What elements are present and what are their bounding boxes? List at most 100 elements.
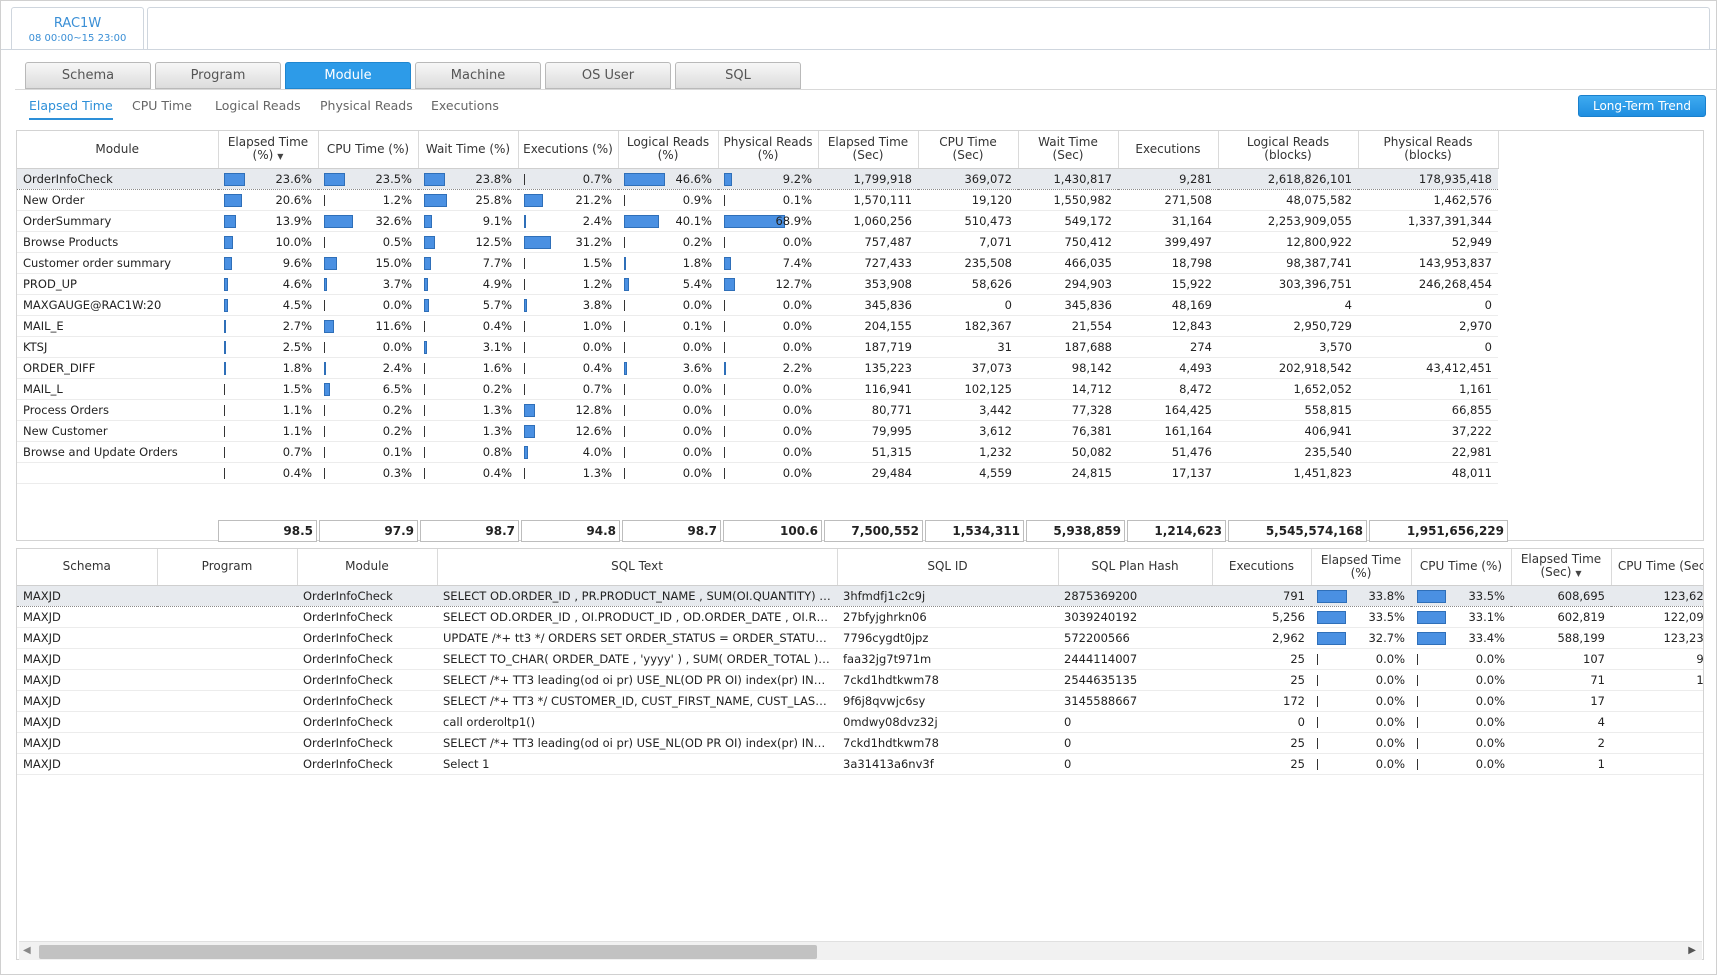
- table-row[interactable]: MAXJD OrderInfoCheck SELECT /*+ TT3 leadin…: [17, 732, 1703, 754]
- cpu-pct-cell: 23.5%: [318, 167, 418, 190]
- percentage-bar: [624, 383, 625, 395]
- table-row[interactable]: New Customer 1.1% 0.2% 1.3% 12.6% 0.0% 0.0% 79,…: [17, 420, 1498, 442]
- sql-col-schema[interactable]: Schema: [17, 549, 158, 586]
- table-row[interactable]: PROD_UP 4.6% 3.7% 4.9% 1.2% 5.4% 12.7% 353,908 5…: [17, 273, 1498, 295]
- percentage-value: 0.7%: [582, 381, 612, 396]
- percentage-value: 23.8%: [475, 171, 512, 186]
- module-name-cell: [17, 462, 218, 484]
- col-preads-blocks[interactable]: Physical Reads (blocks): [1358, 131, 1499, 169]
- arrow-right-icon[interactable]: ▶: [1688, 945, 1696, 956]
- percentage-value: 0.7%: [282, 444, 312, 459]
- percentage-bar: [624, 320, 625, 332]
- cpu-pct-cell: 0.0%: [318, 294, 418, 316]
- table-row[interactable]: MAXJD OrderInfoCheck SELECT /*+ TT3 leadin…: [17, 669, 1703, 691]
- sql-col-cpu-sec[interactable]: CPU Time (Sec): [1611, 549, 1703, 586]
- elapsed-pct-cell: 20.6%: [218, 189, 318, 211]
- preads-pct-cell: 0.0%: [718, 441, 818, 463]
- table-row[interactable]: MAXJD OrderInfoCheck SELECT OD.ORDER_ID , …: [17, 606, 1703, 628]
- col-preads-pct[interactable]: Physical Reads (%): [718, 131, 819, 169]
- preads-pct-cell: 0.0%: [718, 462, 818, 484]
- group-tab-machine[interactable]: Machine: [415, 62, 541, 89]
- percentage-value: 0.0%: [682, 402, 712, 417]
- sub-tab-physical-reads[interactable]: Physical Reads: [320, 98, 413, 120]
- scrollbar-thumb[interactable]: [39, 945, 817, 959]
- table-row[interactable]: MAXJD OrderInfoCheck call orderoltp1() 0mdw…: [17, 711, 1703, 733]
- sql-col-executions[interactable]: Executions: [1212, 549, 1312, 586]
- preads-pct-cell: 9.2%: [718, 167, 818, 190]
- arrow-left-icon[interactable]: ◀: [23, 945, 31, 956]
- col-exec-pct[interactable]: Executions (%): [518, 131, 619, 169]
- sql-col-elapsed-sec[interactable]: Elapsed Time (Sec) ▼: [1511, 549, 1612, 586]
- preads-blocks-cell: 22,981: [1358, 441, 1498, 463]
- col-lreads-blocks[interactable]: Logical Reads (blocks): [1218, 131, 1359, 169]
- table-row[interactable]: MAXGAUGE@RAC1W:20 4.5% 0.0% 5.7% 3.8% 0.0% 0.0…: [17, 294, 1498, 316]
- lreads-pct-cell: 0.0%: [618, 378, 718, 400]
- elapsed-pct-cell: 0.7%: [218, 441, 318, 463]
- cpu-pct-cell: 15.0%: [318, 252, 418, 274]
- table-row[interactable]: MAXJD OrderInfoCheck SELECT TO_CHAR( ORDER…: [17, 648, 1703, 670]
- col-elapsed-pct[interactable]: Elapsed Time (%) ▼: [218, 131, 319, 169]
- table-row[interactable]: MAIL_E 2.7% 11.6% 0.4% 1.0% 0.1% 0.0% 204,155 18…: [17, 315, 1498, 337]
- sub-tab-executions[interactable]: Executions: [431, 98, 499, 120]
- col-wait-sec[interactable]: Wait Time (Sec): [1018, 131, 1119, 169]
- sql-col-module[interactable]: Module: [297, 549, 438, 586]
- percentage-value: 33.1%: [1468, 609, 1505, 624]
- horizontal-scrollbar[interactable]: ◀ ▶: [19, 941, 1702, 960]
- table-row[interactable]: Browse and Update Orders 0.7% 0.1% 0.8% 4.0%…: [17, 441, 1498, 463]
- sql-id-cell: faa32jg7t971m: [837, 648, 1058, 670]
- sql-col-elapsed-pct[interactable]: Elapsed Time (%): [1311, 549, 1412, 586]
- preads-blocks-cell: 48,011: [1358, 462, 1498, 484]
- percentage-bar: [1417, 631, 1446, 645]
- sql-col-plan-hash[interactable]: SQL Plan Hash: [1058, 549, 1213, 586]
- sql-col-program[interactable]: Program: [157, 549, 298, 586]
- plan-hash-cell: 2544635135: [1058, 669, 1212, 691]
- instance-tab[interactable]: RAC1W 08 00:00~15 23:00: [11, 7, 144, 49]
- module-name-cell: Browse Products: [17, 231, 218, 253]
- table-row[interactable]: Process Orders 1.1% 0.2% 1.3% 12.8% 0.0% 0.0% 8…: [17, 399, 1498, 421]
- col-lreads-pct[interactable]: Logical Reads (%): [618, 131, 719, 169]
- col-wait-pct[interactable]: Wait Time (%): [418, 131, 519, 169]
- sub-tab-logical-reads[interactable]: Logical Reads: [215, 98, 301, 120]
- percentage-bar: [1317, 674, 1318, 686]
- percentage-value: 1.8%: [282, 360, 312, 375]
- table-row[interactable]: MAXJD OrderInfoCheck Select 1 3a31413a6nv3f…: [17, 753, 1703, 775]
- table-row[interactable]: 0.4% 0.3% 0.4% 1.3% 0.0% 0.0% 29,484 4,559 24,81…: [17, 462, 1498, 484]
- group-tab-schema[interactable]: Schema: [25, 62, 151, 89]
- table-row[interactable]: New Order 20.6% 1.2% 25.8% 21.2% 0.9% 0.1% 1,57…: [17, 189, 1498, 211]
- group-tab-os-user[interactable]: OS User: [545, 62, 671, 89]
- col-cpu-pct[interactable]: CPU Time (%): [318, 131, 419, 169]
- col-cpu-sec[interactable]: CPU Time (Sec): [918, 131, 1019, 169]
- table-row[interactable]: MAXJD OrderInfoCheck UPDATE /*+ tt3 */ ORD…: [17, 627, 1703, 649]
- group-tab-module[interactable]: Module: [285, 62, 411, 89]
- cpu-sec-cell: 1: [1611, 753, 1703, 775]
- percentage-value: 0.0%: [1375, 756, 1405, 771]
- sql-col-sql-id[interactable]: SQL ID: [837, 549, 1059, 586]
- sql-col-cpu-pct[interactable]: CPU Time (%): [1411, 549, 1512, 586]
- col-elapsed-sec[interactable]: Elapsed Time (Sec): [818, 131, 919, 169]
- preads-pct-cell: 2.2%: [718, 357, 818, 379]
- sub-tab-cpu-time[interactable]: CPU Time: [132, 98, 192, 120]
- table-row[interactable]: MAXJD OrderInfoCheck SELECT OD.ORDER_ID , …: [17, 584, 1703, 607]
- long-term-trend-button[interactable]: Long-Term Trend: [1578, 95, 1706, 117]
- group-tab-sql[interactable]: SQL: [675, 62, 801, 89]
- sub-tab-elapsed-time[interactable]: Elapsed Time: [29, 98, 113, 120]
- table-row[interactable]: Customer order summary 9.6% 15.0% 7.7% 1.5% 1…: [17, 252, 1498, 274]
- col-executions[interactable]: Executions: [1118, 131, 1219, 169]
- table-row[interactable]: KTSJ 2.5% 0.0% 3.1% 0.0% 0.0% 0.0% 187,719 31 187…: [17, 336, 1498, 358]
- percentage-value: 0.0%: [782, 423, 812, 438]
- sql-col-sql-text[interactable]: SQL Text: [437, 549, 838, 586]
- cpu-pct-cell: 6.5%: [318, 378, 418, 400]
- table-row[interactable]: MAXJD OrderInfoCheck SELECT /*+ TT3 */ CUS…: [17, 690, 1703, 712]
- col-module[interactable]: Module: [17, 131, 219, 169]
- program-cell: [157, 606, 297, 628]
- table-row[interactable]: OrderInfoCheck 23.6% 23.5% 23.8% 0.7% 46.6% 9.…: [17, 167, 1498, 190]
- group-tab-program[interactable]: Program: [155, 62, 281, 89]
- executions-cell: 31,164: [1118, 210, 1218, 232]
- table-row[interactable]: MAIL_L 1.5% 6.5% 0.2% 0.7% 0.0% 0.0% 116,941 102…: [17, 378, 1498, 400]
- table-row[interactable]: ORDER_DIFF 1.8% 2.4% 1.6% 0.4% 3.6% 2.2% 135,22…: [17, 357, 1498, 379]
- table-row[interactable]: Browse Products 10.0% 0.5% 12.5% 31.2% 0.2% 0.…: [17, 231, 1498, 253]
- col-elapsed-pct-label: Elapsed Time (%): [227, 134, 309, 162]
- percentage-bar: [324, 236, 325, 248]
- percentage-value: 33.4%: [1468, 630, 1505, 645]
- table-row[interactable]: OrderSummary 13.9% 32.6% 9.1% 2.4% 40.1% 68.9%…: [17, 210, 1498, 232]
